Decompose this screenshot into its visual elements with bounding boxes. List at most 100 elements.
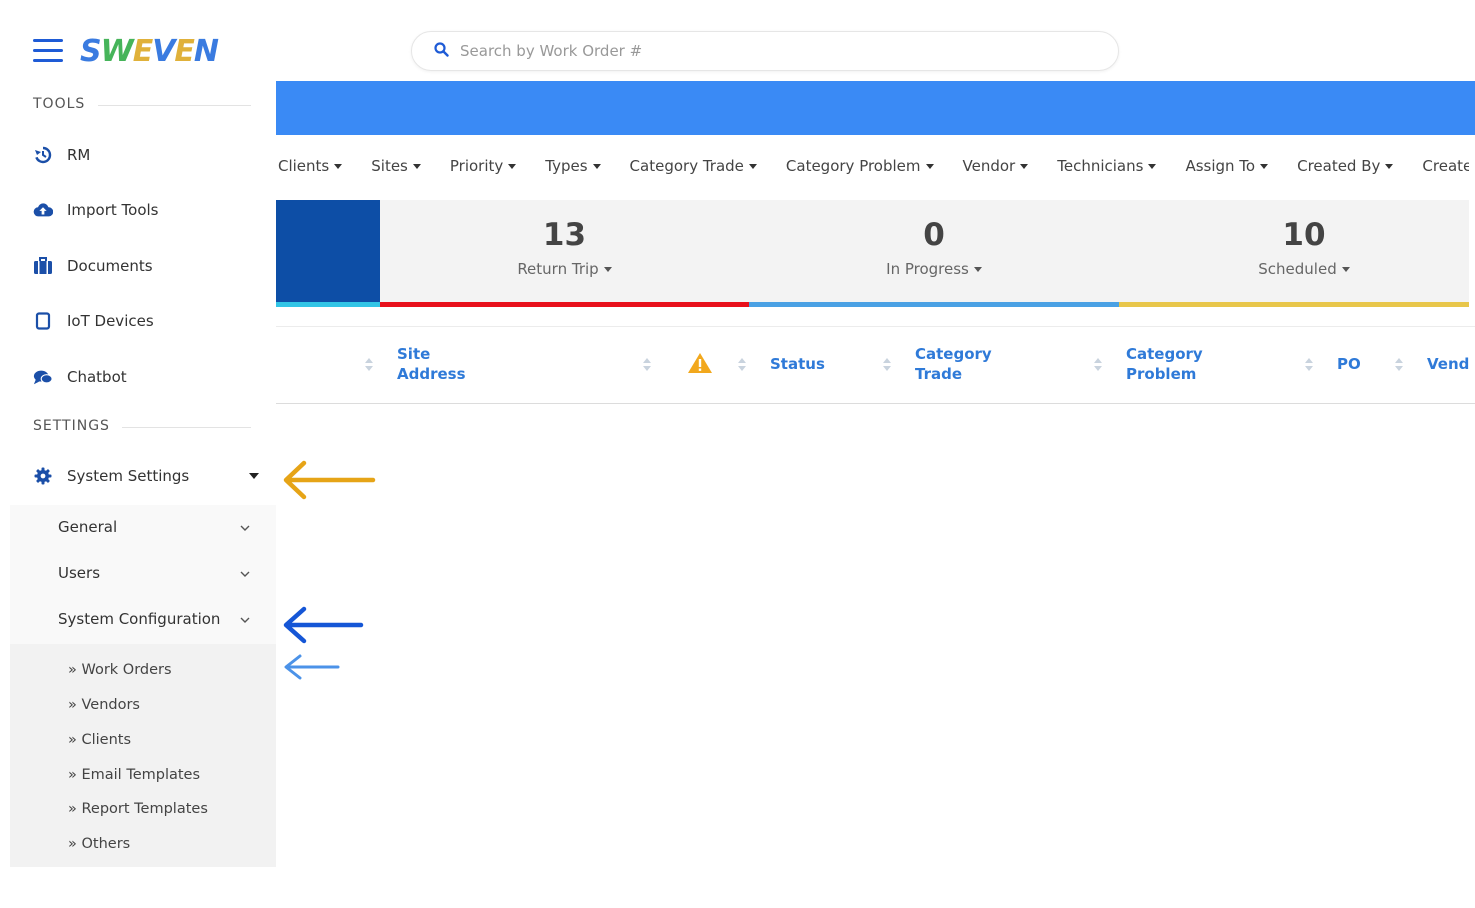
stat-underline-scheduled <box>1119 302 1469 307</box>
annotation-arrow-work-orders <box>284 654 340 680</box>
header-bar <box>276 81 1475 135</box>
column-header-line: Category <box>915 345 992 363</box>
filter-label: Clients <box>278 157 330 175</box>
filter-priority[interactable]: Priority <box>449 157 517 175</box>
submenu-item-label: System Configuration <box>58 610 221 628</box>
sidebar-item-iot-devices[interactable]: IoT Devices <box>33 306 263 336</box>
filter-clients[interactable]: Clients <box>278 157 343 175</box>
hamburger-menu-icon[interactable] <box>33 39 63 63</box>
tablet-icon <box>33 311 53 331</box>
history-icon <box>33 145 53 165</box>
column-header-line: Problem <box>1126 365 1197 383</box>
filter-created[interactable]: Created <box>1422 157 1469 175</box>
config-item-work-orders[interactable]: » Work Orders <box>68 662 172 678</box>
sidebar-item-system-settings[interactable]: System Settings <box>33 461 263 491</box>
sidebar-item-documents[interactable]: Documents <box>33 251 263 281</box>
tools-section-title: TOOLS <box>33 96 86 112</box>
chevron-down-icon <box>240 567 250 580</box>
column-header-alert[interactable] <box>687 352 713 379</box>
sort-icon[interactable] <box>738 358 746 372</box>
column-header-po[interactable]: PO <box>1337 354 1361 374</box>
stat-label-dropdown[interactable]: In Progress <box>749 260 1119 278</box>
filter-category-problem[interactable]: Category Problem <box>786 157 934 175</box>
stat-card-return-trip[interactable]: 13 Return Trip <box>380 200 749 302</box>
column-header-line: Vendor <box>1427 355 1469 373</box>
column-header-site-address[interactable]: Site Address <box>397 344 466 384</box>
filter-label: Category Trade <box>629 157 744 175</box>
gear-icon <box>33 466 53 486</box>
filter-vendor[interactable]: Vendor <box>963 157 1029 175</box>
column-header-category-trade[interactable]: Category Trade <box>915 344 992 384</box>
sort-icon[interactable] <box>365 358 373 372</box>
filter-label: Category Problem <box>785 157 921 175</box>
sort-icon[interactable] <box>883 358 891 372</box>
stat-card-scheduled[interactable]: 10 Scheduled <box>1119 200 1469 302</box>
caret-down-icon <box>508 163 517 169</box>
sidebar-item-label: RM <box>67 146 91 164</box>
config-item-vendors[interactable]: » Vendors <box>68 697 140 713</box>
sort-icon[interactable] <box>1305 358 1313 372</box>
filter-category-trade[interactable]: Category Trade <box>630 157 757 175</box>
search-input[interactable] <box>458 41 1062 61</box>
stat-card-partial[interactable] <box>276 200 380 302</box>
stat-count: 10 <box>1282 217 1326 253</box>
sidebar-item-label: Documents <box>67 257 153 275</box>
tools-divider <box>98 105 251 106</box>
config-item-others[interactable]: » Others <box>68 836 130 852</box>
stat-label-dropdown[interactable]: Return Trip <box>380 260 749 278</box>
submenu-item-general[interactable]: General <box>58 516 250 538</box>
chevron-down-icon <box>240 521 250 534</box>
submenu-item-users[interactable]: Users <box>58 562 250 584</box>
caret-down-icon <box>1341 267 1350 272</box>
stat-card-partial-underline <box>276 302 380 307</box>
stat-label: Scheduled <box>1258 260 1337 278</box>
sort-icon[interactable] <box>643 358 651 372</box>
stat-label-dropdown[interactable]: Scheduled <box>1139 260 1469 278</box>
annotation-arrow-system-settings <box>283 460 376 500</box>
caret-down-icon <box>1148 163 1157 169</box>
sidebar-item-label: Import Tools <box>67 201 159 219</box>
stat-underline-return-trip <box>380 302 749 307</box>
sidebar-item-label: System Settings <box>67 467 190 485</box>
submenu-item-system-configuration[interactable]: System Configuration <box>58 608 250 630</box>
filter-label: Created By <box>1297 157 1381 175</box>
logo-letter: N <box>193 34 219 69</box>
work-order-search <box>411 31 1119 71</box>
config-item-report-templates[interactable]: » Report Templates <box>68 801 208 817</box>
table-header-top-border <box>276 326 1475 327</box>
column-header-line: Status <box>770 355 825 373</box>
sort-icon[interactable] <box>1094 358 1102 372</box>
filter-sites[interactable]: Sites <box>371 157 421 175</box>
column-header-category-problem[interactable]: Category Problem <box>1126 344 1203 384</box>
filter-label: Priority <box>449 157 504 175</box>
logo-letter: V <box>152 34 175 69</box>
filter-technicians[interactable]: Technicians <box>1057 157 1157 175</box>
sidebar-item-label: Chatbot <box>67 368 127 386</box>
column-header-line: Site <box>397 345 431 363</box>
search-icon <box>434 41 449 61</box>
column-header-status[interactable]: Status <box>770 354 825 374</box>
sidebar: SWEVEN TOOLS RM Import Tools Documents I… <box>0 0 276 908</box>
warning-icon <box>688 353 712 373</box>
filter-label: Technicians <box>1057 157 1144 175</box>
column-header-line: PO <box>1337 355 1361 373</box>
config-item-email-templates[interactable]: » Email Templates <box>68 767 200 783</box>
sidebar-item-label: IoT Devices <box>67 312 154 330</box>
submenu-item-label: General <box>58 518 118 536</box>
stat-card-in-progress[interactable]: 0 In Progress <box>749 200 1119 302</box>
cloud-upload-icon <box>33 200 53 220</box>
settings-divider <box>122 427 251 428</box>
column-header-vendor[interactable]: Vendor <box>1427 354 1469 374</box>
config-item-clients[interactable]: » Clients <box>68 732 131 748</box>
logo-letter: W <box>100 34 134 69</box>
logo-letter: S <box>80 34 102 69</box>
sort-icon[interactable] <box>1395 358 1403 372</box>
sidebar-item-import-tools[interactable]: Import Tools <box>33 195 263 225</box>
sidebar-item-rm[interactable]: RM <box>33 140 263 170</box>
logo-letter: E <box>132 34 153 69</box>
sidebar-item-chatbot[interactable]: Chatbot <box>33 362 263 392</box>
filter-created-by[interactable]: Created By <box>1297 157 1394 175</box>
filter-assign-to[interactable]: Assign To <box>1185 157 1269 175</box>
filter-types[interactable]: Types <box>545 157 601 175</box>
caret-down-icon <box>1020 163 1029 169</box>
